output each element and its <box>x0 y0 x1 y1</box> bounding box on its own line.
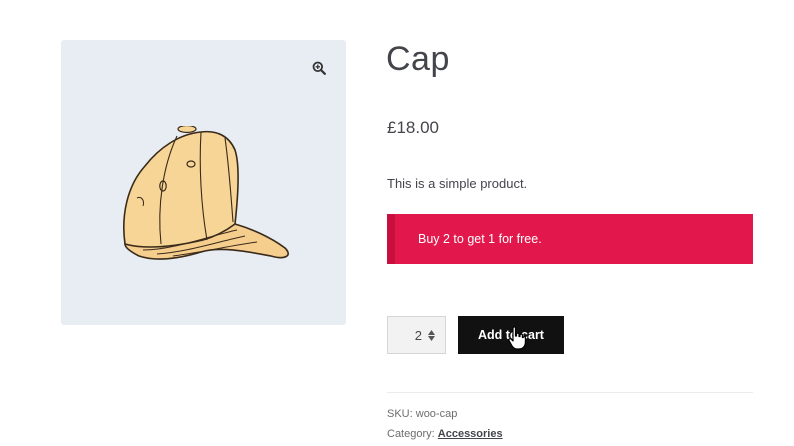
zoom-icon[interactable] <box>309 58 329 78</box>
quantity-value[interactable]: 2 <box>415 328 422 343</box>
meta-divider <box>387 392 753 393</box>
category-label: Category: <box>387 428 435 440</box>
product-description: This is a simple product. <box>387 176 528 191</box>
product-title: Cap <box>386 40 450 78</box>
product-price: £18.00 <box>387 118 439 137</box>
sku-label: SKU: <box>387 408 413 420</box>
hand-cursor-icon <box>508 326 526 350</box>
category-link[interactable]: Accessories <box>438 428 503 440</box>
product-gallery <box>61 40 346 325</box>
spinner-up-icon[interactable] <box>428 329 435 335</box>
promo-notice: Buy 2 to get 1 for free. <box>387 214 753 264</box>
cap-image[interactable] <box>117 126 291 284</box>
quantity-spinner[interactable] <box>428 329 435 341</box>
product-category: Category: Accessories <box>387 428 503 440</box>
quantity-stepper[interactable]: 2 <box>387 316 446 354</box>
sku-value: woo-cap <box>415 408 458 420</box>
spinner-down-icon[interactable] <box>428 335 435 341</box>
product-sku: SKU: woo-cap <box>387 408 457 420</box>
